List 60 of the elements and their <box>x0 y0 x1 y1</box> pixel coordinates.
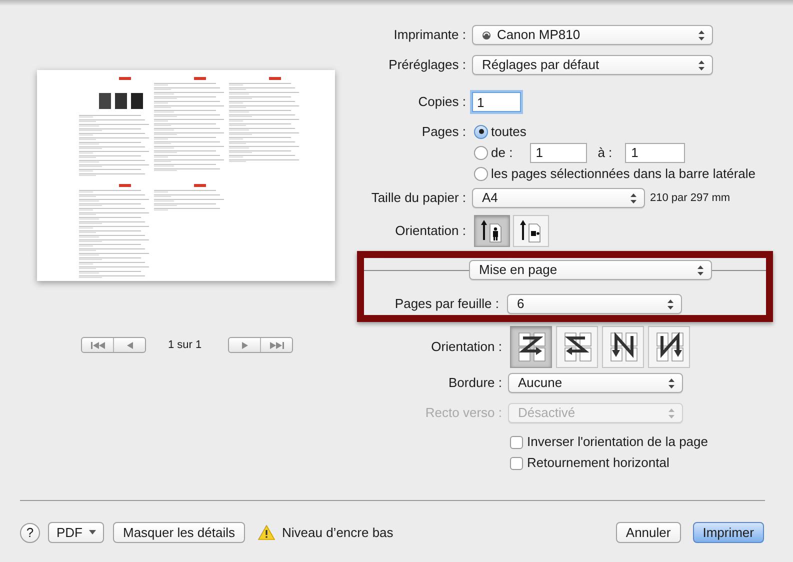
field-label: Pages : <box>420 122 466 141</box>
chevrons-icon <box>668 378 675 388</box>
printer-status-icon <box>482 30 491 40</box>
chevrons-icon <box>698 30 705 40</box>
radio-button[interactable] <box>474 166 488 180</box>
radio-button[interactable] <box>474 124 488 138</box>
hide-details-button[interactable]: Masquer les détails <box>113 522 245 543</box>
field-label: Préréglages : <box>388 56 466 74</box>
section-popup[interactable]: Mise en page <box>469 260 712 280</box>
orientation-button[interactable] <box>513 215 549 247</box>
landscape-page-icon <box>519 218 543 244</box>
chevrons-icon <box>697 264 704 276</box>
help-button[interactable]: ? <box>20 522 40 542</box>
chevrons-icon <box>668 408 675 418</box>
option-label: de : <box>491 144 513 162</box>
option-label: les pages sélectionnées dans la barre latérale <box>491 164 756 183</box>
caret-icon <box>88 530 96 535</box>
orientation-button[interactable] <box>474 215 510 247</box>
chevrons-icon <box>667 298 674 310</box>
chevrons-icon <box>630 192 637 204</box>
page-number-field[interactable]: 1 <box>625 142 686 162</box>
field-label: Bordure : <box>448 374 502 392</box>
last-page-icon <box>268 340 284 350</box>
field-label: Taille du papier : <box>370 189 466 208</box>
chevrons-icon <box>698 60 705 70</box>
field-label: Copies : <box>417 93 466 112</box>
first-page-icon <box>90 340 106 350</box>
page-navigation-control[interactable] <box>81 337 146 353</box>
cancel-button[interactable]: Annuler <box>616 522 681 543</box>
print-button[interactable]: Imprimer <box>692 522 764 543</box>
layout-direction-button[interactable] <box>556 326 598 368</box>
layout-direction-button[interactable] <box>648 326 690 368</box>
pdf-menu-button[interactable]: PDF <box>48 522 104 543</box>
paper-dimensions: 210 par 297 mm <box>650 190 730 206</box>
radio-button[interactable] <box>474 146 488 160</box>
page-indicator: 1 sur 1 <box>168 338 203 353</box>
checkbox-label: Inverser l'orientation de la page <box>527 433 708 452</box>
checkbox[interactable] <box>510 436 523 448</box>
warning-icon <box>258 525 275 540</box>
field-label: Recto verso : <box>424 404 502 422</box>
checkbox[interactable] <box>510 456 523 470</box>
field-label: Orientation : <box>394 222 466 240</box>
border-popup[interactable]: Aucune <box>508 373 683 393</box>
field-label: Imprimante : <box>392 26 466 44</box>
field-label: Orientation : <box>430 338 502 356</box>
paper-size-popup[interactable]: A4 <box>472 188 645 208</box>
checkbox-label: Retournement horizontal <box>527 454 670 472</box>
printer-popup[interactable]: Canon MP810 <box>472 25 713 45</box>
layout-direction-button[interactable] <box>510 326 552 368</box>
option-label: à : <box>598 144 612 162</box>
option-label: toutes <box>491 122 526 141</box>
warning-message: Niveau d’encre bas <box>282 524 394 542</box>
presets-popup[interactable]: Réglages par défaut <box>472 55 713 75</box>
page-number-field[interactable]: 1 <box>530 142 587 162</box>
page-navigation-control[interactable] <box>228 337 293 353</box>
pages-per-sheet-popup[interactable]: 6 <box>507 294 682 314</box>
copies-field[interactable]: 1 <box>472 92 521 112</box>
layout-direction-button[interactable] <box>602 326 644 368</box>
field-label: Pages par feuille : <box>394 295 499 314</box>
portrait-page-icon <box>480 218 504 244</box>
